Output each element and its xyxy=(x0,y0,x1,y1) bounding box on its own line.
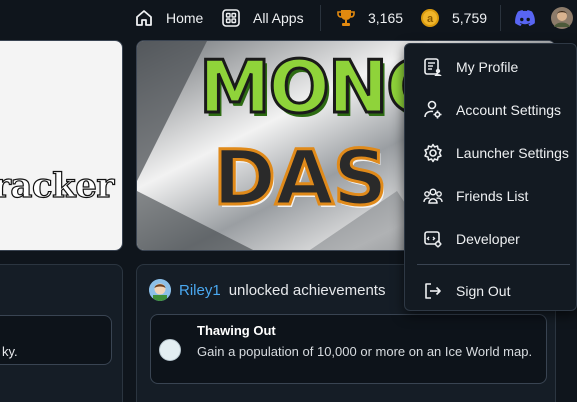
menu-item-my-profile[interactable]: My Profile xyxy=(405,49,577,85)
coin-counter[interactable]: a 5,759 xyxy=(420,6,487,30)
user-avatar-button[interactable] xyxy=(551,6,573,30)
activity-action: unlocked achievements xyxy=(228,281,386,299)
coin-icon: a xyxy=(420,8,440,28)
activity-detail-box: ky. xyxy=(0,315,112,365)
achievement-item[interactable]: Thawing Out Gain a population of 10,000 … xyxy=(150,314,547,384)
avatar xyxy=(551,7,573,29)
coin-count: 5,759 xyxy=(452,10,488,26)
svg-text:a: a xyxy=(427,13,434,25)
trophy-icon xyxy=(336,8,356,28)
sign-out-icon xyxy=(423,281,443,301)
activity-detail-text: ky. xyxy=(2,344,18,359)
menu-item-sign-out[interactable]: Sign Out xyxy=(405,273,577,309)
menu-item-label: Developer xyxy=(456,231,520,247)
home-link[interactable]: Home xyxy=(134,6,203,30)
all-apps-label: All Apps xyxy=(253,10,304,26)
menu-item-launcher-settings[interactable]: Launcher Settings xyxy=(405,135,577,171)
achievement-title: Thawing Out xyxy=(197,323,276,338)
menu-item-label: Launcher Settings xyxy=(456,145,569,161)
menu-item-friends-list[interactable]: Friends List xyxy=(405,178,577,214)
menu-item-label: My Profile xyxy=(456,59,519,75)
trophy-count: 3,165 xyxy=(368,10,404,26)
trophy-counter[interactable]: 3,165 xyxy=(336,6,403,30)
home-label: Home xyxy=(166,10,204,26)
top-bar: Home All Apps 3,165 a 5,759 xyxy=(0,0,577,36)
gear-icon xyxy=(423,143,443,163)
menu-divider xyxy=(417,264,570,265)
nav-divider xyxy=(500,5,501,31)
friends-icon xyxy=(423,186,443,206)
menu-item-developer[interactable]: Developer xyxy=(405,221,577,257)
user-dropdown-menu: My Profile Account Settings Launcher Set… xyxy=(404,43,577,311)
all-apps-link[interactable]: All Apps xyxy=(221,6,304,30)
menu-item-label: Sign Out xyxy=(456,283,511,299)
nav-divider xyxy=(320,5,321,31)
profile-card-icon xyxy=(423,57,443,77)
app-card-tracker[interactable]: racker xyxy=(0,40,123,251)
menu-item-account-settings[interactable]: Account Settings xyxy=(405,92,577,128)
user-avatar-icon[interactable] xyxy=(149,279,171,301)
activity-username[interactable]: Riley1 xyxy=(179,282,221,299)
achievement-description: Gain a population of 10,000 or more on a… xyxy=(197,344,533,359)
menu-item-label: Friends List xyxy=(456,188,529,204)
user-gear-icon xyxy=(423,100,443,120)
discord-icon xyxy=(514,9,536,27)
home-icon xyxy=(134,8,154,28)
achievement-icon xyxy=(159,339,181,361)
discord-link[interactable] xyxy=(514,6,536,30)
activity-header: Riley1 unlocked achievements xyxy=(149,279,385,301)
menu-item-label: Account Settings xyxy=(456,102,562,118)
apps-grid-icon xyxy=(221,8,241,28)
game-logo-line2: DAS xyxy=(212,132,390,224)
app-card-title: racker xyxy=(0,165,115,206)
developer-icon xyxy=(423,229,443,249)
activity-card-left: ky. xyxy=(0,264,123,402)
